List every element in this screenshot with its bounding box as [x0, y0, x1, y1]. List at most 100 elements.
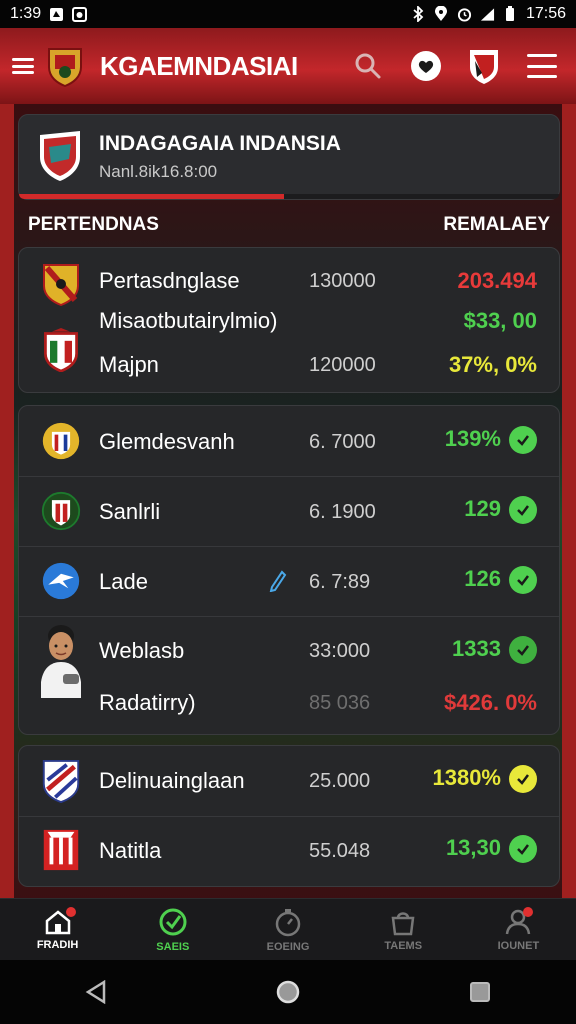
team-number: 120000: [309, 354, 376, 376]
check-icon: [509, 765, 537, 794]
bottom-navigation: FRADIH SAEIS EOEING TAEMS IOUNET: [0, 898, 576, 960]
hamburger-icon: [527, 54, 557, 78]
search-icon: [355, 53, 381, 79]
hamburger-line: [527, 64, 557, 68]
leaf-check-icon: [159, 908, 187, 935]
team-crest-icon: [43, 829, 79, 871]
table-row[interactable]: Delinuainglaan 25.000 1380%: [19, 746, 559, 816]
team-value-text: 129: [464, 496, 501, 521]
clock-left: 1:39: [10, 5, 42, 22]
nav-teams[interactable]: TAEMS: [346, 899, 461, 960]
table-row[interactable]: Radatirry) 85 036 $426. 0%: [19, 674, 559, 730]
team-value: 203.494: [457, 268, 537, 293]
team-value: 1380%: [432, 765, 537, 794]
back-button[interactable]: [76, 972, 116, 1012]
team-value: 1333: [452, 636, 537, 665]
table-row[interactable]: Glemdesvanh 6. 7000 139%: [19, 406, 559, 476]
nav-label: EOEING: [266, 940, 310, 953]
table-row[interactable]: Natitla 55.048 13,30: [19, 816, 559, 886]
team-number: 55.048: [309, 840, 371, 862]
back-triangle-icon: [85, 980, 106, 1004]
check-icon: [509, 426, 537, 455]
nav-label: FRADIH: [36, 938, 79, 951]
team-name: Glemdesvanh: [99, 429, 235, 454]
team-number: 6. 7:89: [309, 571, 371, 593]
league-progress-fill: [19, 194, 284, 199]
app-title: KGAEMNDASIAI: [100, 50, 298, 81]
alarm-icon: [457, 7, 472, 22]
home-system-button[interactable]: [268, 972, 308, 1012]
table-row[interactable]: Lade 6. 7:89 126: [19, 546, 559, 616]
team-value-text: 126: [464, 566, 501, 591]
team-value: $426. 0%: [444, 690, 537, 715]
nav-label: TAEMS: [384, 939, 423, 952]
table-row[interactable]: Sanlrli 6. 1900 129: [19, 476, 559, 546]
nav-home[interactable]: FRADIH: [0, 899, 115, 960]
team-value-text: 139%: [444, 426, 501, 451]
favorite-button[interactable]: [404, 44, 448, 88]
standings-group-2: Glemdesvanh 6. 7000 139% Sanlrli 6. 1900…: [18, 405, 560, 735]
team-badge-button[interactable]: [462, 44, 506, 88]
team-name: Pertasdnglase: [99, 268, 240, 293]
team-name: Delinuainglaan: [99, 768, 245, 793]
app-notification-icon: [72, 6, 88, 22]
team-value: 13,30: [445, 835, 537, 864]
team-shield-icon: [470, 50, 498, 84]
section-header: PERTENDNAS REMALAEY: [28, 214, 550, 236]
section-right-label: REMALAEY: [443, 214, 550, 235]
team-value: 139%: [444, 426, 537, 455]
club-crest-logo: [48, 48, 82, 87]
league-subtitle: Nanl.8ik16.8:00: [99, 162, 218, 181]
status-left: 1:39: [10, 5, 88, 23]
league-title: INDAGAGAIA INDANSIA: [99, 132, 341, 155]
status-bar: 1:39 17:56: [0, 0, 576, 28]
team-number: 130000: [309, 270, 376, 292]
team-value-text: 1380%: [432, 765, 501, 790]
team-value: 129: [464, 496, 537, 525]
nav-stats[interactable]: SAEIS: [115, 899, 230, 960]
team-value-text: 13,30: [445, 835, 501, 860]
team-value: 37%, 0%: [448, 352, 537, 377]
team-name: Lade: [99, 569, 148, 594]
standings-group-1: Pertasdnglase 130000 203.494 Misaotbutai…: [18, 247, 560, 393]
team-crest-icon: [42, 422, 80, 460]
notification-badge: [522, 907, 533, 917]
list-item[interactable]: Majpn 120000 37%, 0%: [19, 328, 559, 377]
team-crest-icon: [42, 562, 80, 600]
hamburger-line: [527, 54, 557, 57]
standings-group-3: Delinuainglaan 25.000 1380% Natitla 55.0…: [18, 745, 560, 887]
app-bar: KGAEMNDASIAI: [0, 28, 576, 104]
check-icon: [509, 496, 537, 525]
menu-button[interactable]: [12, 55, 34, 77]
league-header-card[interactable]: INDAGAGAIA INDANSIA Nanl.8ik16.8:00: [18, 114, 560, 200]
right-edge-accent: [562, 104, 576, 898]
table-row[interactable]: Weblasb 33:000 1333: [19, 616, 559, 698]
menu-line: [12, 58, 34, 61]
team-name: Natitla: [99, 838, 162, 863]
team-number: 85 036: [309, 692, 371, 714]
hamburger-line: [527, 75, 557, 78]
battery-icon: [503, 6, 518, 22]
nav-timer[interactable]: EOEING: [230, 899, 345, 960]
nav-profile[interactable]: IOUNET: [461, 899, 576, 960]
notification-badge: [66, 907, 76, 917]
team-value-text: 1333: [452, 636, 501, 661]
league-progress-bar: [19, 194, 559, 199]
search-button[interactable]: [346, 44, 390, 88]
left-edge-accent: [0, 104, 14, 898]
stopwatch-icon: [275, 908, 301, 936]
team-crest-icon: [43, 264, 79, 306]
overflow-menu-button[interactable]: [520, 44, 564, 88]
recents-button[interactable]: [460, 972, 500, 1012]
notification-icon: [49, 7, 64, 22]
recents-square-icon: [470, 982, 490, 1002]
check-icon: [509, 835, 537, 864]
list-item[interactable]: Pertasdnglase 130000 203.494: [19, 262, 559, 306]
location-icon: [434, 6, 449, 22]
team-name: Radatirry): [99, 690, 196, 715]
home-circle-icon: [276, 980, 300, 1004]
team-value: 126: [464, 566, 537, 595]
team-crest-icon: [41, 491, 81, 531]
team-name: Sanlrli: [99, 499, 161, 524]
edit-pencil-icon[interactable]: [269, 570, 287, 592]
